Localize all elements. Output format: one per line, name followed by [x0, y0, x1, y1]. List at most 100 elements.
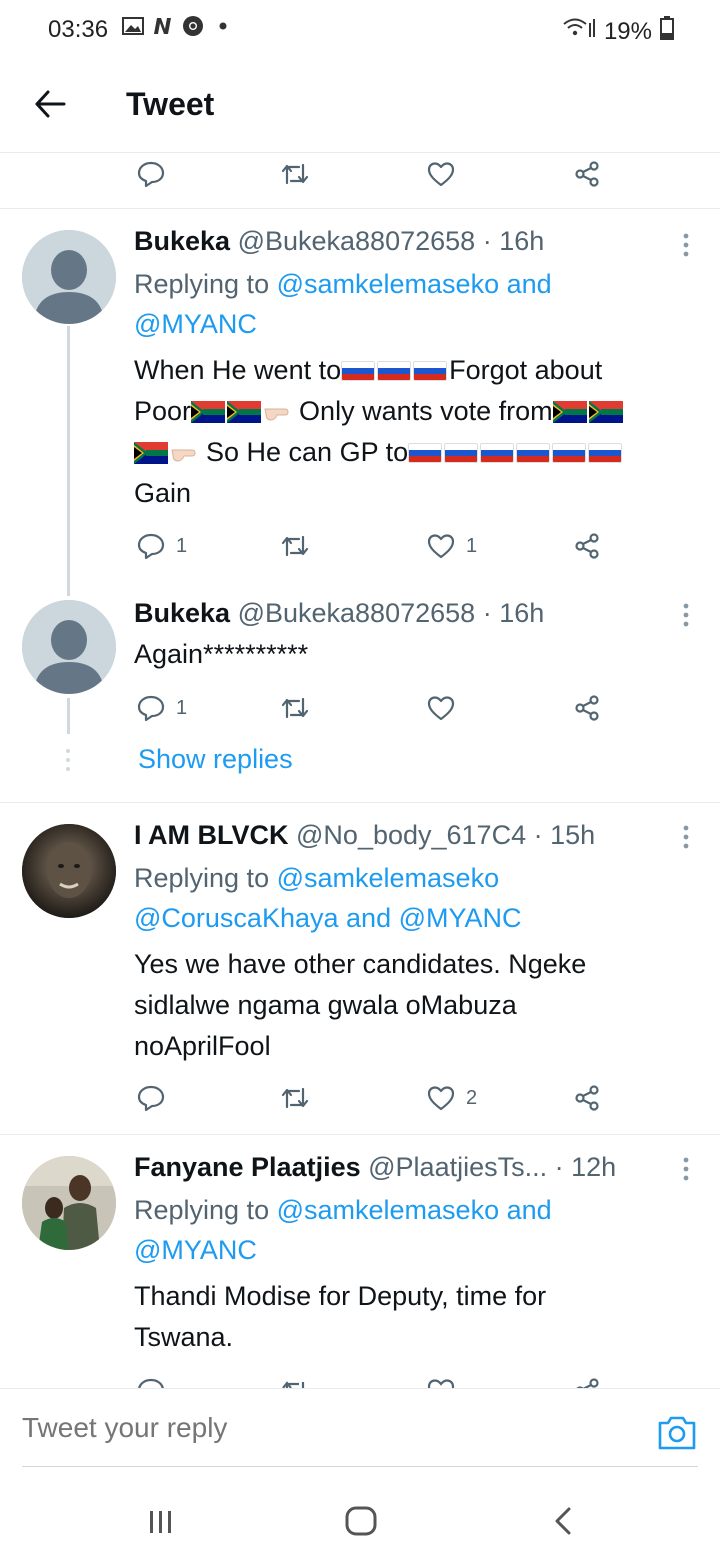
reply-button[interactable]: 1: [136, 688, 187, 728]
gallery-icon: [122, 16, 144, 36]
russia-flag-emoji: [377, 361, 412, 381]
handle[interactable]: @PlaatjiesTs...: [368, 1152, 547, 1182]
retweet-icon: [281, 535, 309, 557]
reply-icon[interactable]: [136, 1376, 166, 1388]
header-divider: [0, 152, 720, 153]
reply-button[interactable]: 1: [136, 526, 187, 566]
share-button[interactable]: [572, 526, 602, 566]
avatar[interactable]: [22, 600, 116, 694]
retweet-icon: [281, 697, 309, 719]
mention-and[interactable]: and: [507, 269, 552, 299]
display-name[interactable]: I AM BLVCK: [134, 820, 289, 850]
more-options-icon[interactable]: [672, 228, 700, 264]
more-options-icon[interactable]: [672, 1152, 700, 1188]
section-divider: [0, 208, 720, 209]
retweet-icon[interactable]: [280, 1376, 310, 1388]
mention-link[interactable]: @samkelemaseko: [277, 269, 500, 299]
handle[interactable]: @Bukeka88072658: [238, 226, 476, 256]
thread-connector: [67, 698, 70, 734]
recent-apps-icon[interactable]: [136, 1498, 186, 1544]
pointing-hand-emoji: [171, 449, 196, 462]
reply-icon: [137, 161, 165, 188]
share-icon: [575, 533, 599, 559]
share-icon: [575, 1085, 599, 1111]
replying-label: Replying to: [134, 269, 277, 299]
like-button[interactable]: 2: [426, 1078, 477, 1118]
text-part: Poor: [134, 396, 192, 426]
avatar[interactable]: [22, 824, 116, 918]
more-options-icon[interactable]: [672, 820, 700, 856]
share-button[interactable]: [572, 1078, 602, 1118]
like-button[interactable]: [426, 154, 456, 194]
notification-icons: [122, 16, 234, 36]
share-icon: [575, 161, 599, 187]
south-africa-flag-emoji: [588, 401, 623, 423]
tweet-actions: 2: [134, 1078, 614, 1118]
tweet-actions: 1 1: [134, 526, 614, 566]
reply-count: 1: [176, 534, 188, 557]
show-replies-link[interactable]: Show replies: [138, 744, 293, 775]
mention-and[interactable]: and: [346, 903, 391, 933]
heart-icon: [427, 534, 455, 559]
retweet-icon: [281, 163, 309, 185]
replying-to: Replying to @samkelemaseko and @MYANC: [134, 264, 654, 344]
timestamp[interactable]: · 16h: [483, 226, 545, 256]
mention-link[interactable]: @samkelemaseko: [277, 1195, 500, 1225]
news-icon: [152, 16, 174, 36]
timestamp[interactable]: · 16h: [483, 598, 545, 628]
handle[interactable]: @Bukeka88072658: [238, 598, 476, 628]
camera-icon[interactable]: [656, 1412, 698, 1452]
display-name[interactable]: Bukeka: [134, 226, 230, 256]
tweet-text: Thandi Modise for Deputy, time for Tswan…: [134, 1281, 547, 1352]
text-part: When He went to: [134, 355, 342, 385]
retweet-button[interactable]: [280, 1078, 310, 1118]
share-icon[interactable]: [572, 1376, 602, 1388]
heart-icon[interactable]: [426, 1376, 456, 1388]
russia-flag-emoji: [413, 361, 448, 381]
back-nav-icon[interactable]: [538, 1498, 588, 1544]
retweet-button[interactable]: [280, 154, 310, 194]
russia-flag-emoji: [408, 443, 443, 463]
south-africa-flag-emoji: [227, 401, 262, 423]
like-count: 1: [466, 534, 478, 557]
mention-link[interactable]: @MYANC: [134, 309, 257, 339]
like-button[interactable]: 1: [426, 526, 477, 566]
system-nav-bar: [0, 1480, 720, 1560]
like-button[interactable]: [426, 688, 456, 728]
page-title: Tweet: [126, 86, 215, 122]
russia-flag-emoji: [341, 361, 376, 381]
display-name[interactable]: Bukeka: [134, 598, 230, 628]
display-name[interactable]: Fanyane Plaatjies: [134, 1152, 361, 1182]
share-button[interactable]: [572, 688, 602, 728]
reply-button[interactable]: [136, 154, 166, 194]
reply-input[interactable]: [22, 1412, 622, 1444]
back-arrow-icon[interactable]: [28, 82, 72, 126]
more-options-icon[interactable]: [672, 598, 700, 634]
status-bar: 03:36 19%: [0, 0, 720, 60]
reply-button[interactable]: [136, 1078, 166, 1118]
retweet-button[interactable]: [280, 526, 310, 566]
russia-flag-emoji: [480, 443, 515, 463]
mention-link[interactable]: @CoruscaKhaya: [134, 903, 339, 933]
dot-icon: [212, 16, 234, 36]
handle[interactable]: @No_body_617C4: [296, 820, 526, 850]
mention-link[interactable]: @samkelemaseko: [277, 863, 500, 893]
home-icon[interactable]: [336, 1498, 386, 1544]
thread-dots: [66, 749, 70, 771]
tweet-actions-clipped: [0, 1376, 720, 1388]
mention-link[interactable]: @MYANC: [399, 903, 522, 933]
timestamp[interactable]: · 15h: [534, 820, 596, 850]
mention-link[interactable]: @MYANC: [134, 1235, 257, 1265]
share-button[interactable]: [572, 154, 602, 194]
timestamp[interactable]: · 12h: [555, 1152, 617, 1182]
app-header: Tweet: [0, 62, 720, 152]
avatar[interactable]: [22, 1156, 116, 1250]
section-divider: [0, 1134, 720, 1135]
chrome-icon: [182, 16, 204, 36]
status-time: 03:36: [48, 16, 109, 43]
retweet-button[interactable]: [280, 688, 310, 728]
mention-and[interactable]: and: [507, 1195, 552, 1225]
replying-to: Replying to @samkelemaseko and @MYANC: [134, 1190, 654, 1270]
replying-to: Replying to @samkelemaseko @CoruscaKhaya…: [134, 858, 654, 938]
avatar[interactable]: [22, 230, 116, 324]
